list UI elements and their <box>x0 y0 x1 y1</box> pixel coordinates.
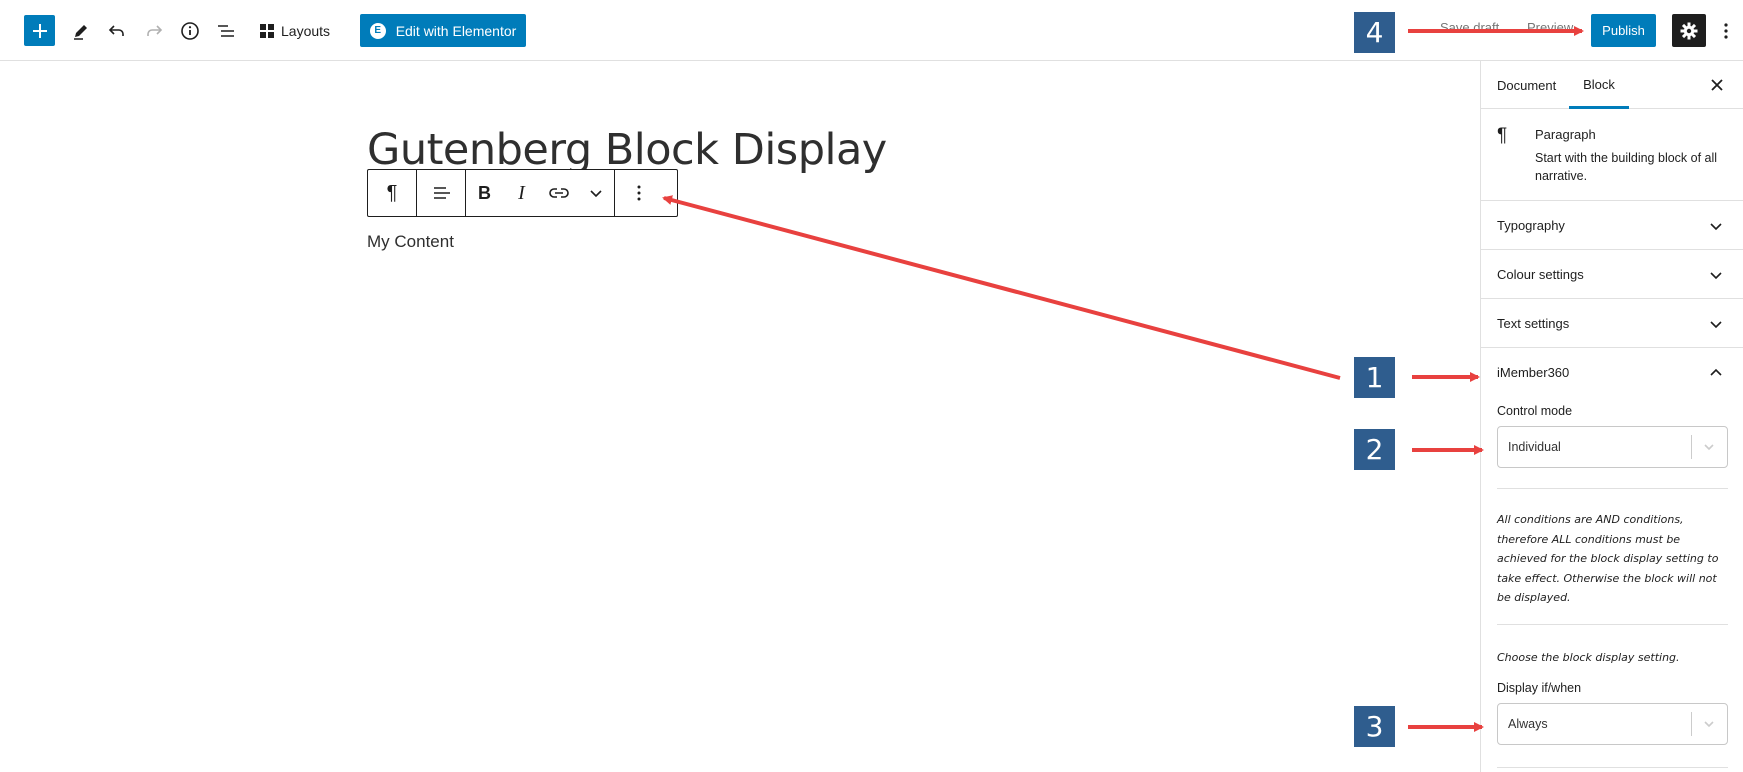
control-mode-label: Control mode <box>1497 404 1573 418</box>
redo-button[interactable] <box>138 15 170 47</box>
close-sidebar-button[interactable] <box>1703 71 1731 99</box>
more-vertical-icon <box>637 185 641 201</box>
annotation-badge-1: 1 <box>1354 357 1395 398</box>
chevron-down-icon <box>1710 223 1722 231</box>
block-card: ¶ Paragraph Start with the building bloc… <box>1481 109 1743 201</box>
panel-text-label: Text settings <box>1497 316 1570 331</box>
layouts-icon <box>260 24 274 38</box>
panel-typography-label: Typography <box>1497 218 1565 233</box>
link-button[interactable] <box>540 170 577 216</box>
gear-icon <box>1680 22 1698 39</box>
annotation-arrow-1a <box>662 195 1341 380</box>
sidebar-tabs: Document Block <box>1481 61 1743 109</box>
tools-button[interactable] <box>65 15 97 47</box>
tab-document[interactable]: Document <box>1497 61 1556 109</box>
block-type-button[interactable]: ¶ <box>368 170 416 216</box>
bold-icon: B <box>478 182 491 203</box>
chevron-down-icon <box>1710 272 1722 280</box>
pencil-icon <box>74 25 87 40</box>
annotation-badge-3: 3 <box>1354 706 1395 747</box>
paragraph-block[interactable]: My Content <box>367 232 454 252</box>
list-view-icon <box>218 25 234 37</box>
display-if-select[interactable]: Always <box>1497 703 1728 745</box>
align-left-icon <box>434 187 450 199</box>
panel-colour-label: Colour settings <box>1497 267 1584 282</box>
chevron-down-icon <box>1704 721 1714 728</box>
chevron-down-icon <box>589 190 602 198</box>
preview-button[interactable]: Preview <box>1527 20 1573 35</box>
plus-icon <box>32 23 47 38</box>
settings-button[interactable] <box>1672 14 1706 47</box>
display-if-label: Display if/when <box>1497 681 1582 695</box>
panel-text-settings[interactable]: Text settings <box>1481 299 1743 348</box>
post-title[interactable]: Gutenberg Block Display <box>367 125 887 175</box>
panel-imember360[interactable]: iMember360 <box>1481 348 1743 397</box>
divider <box>1497 767 1728 768</box>
block-card-title: Paragraph <box>1535 127 1596 142</box>
divider <box>1497 488 1728 489</box>
chevron-down-icon <box>1710 321 1722 329</box>
control-mode-select[interactable]: Individual <box>1497 426 1728 468</box>
choose-setting-note: Choose the block display setting. <box>1497 651 1680 664</box>
panel-typography[interactable]: Typography <box>1481 201 1743 250</box>
conditions-note: All conditions are AND conditions, there… <box>1497 513 1719 604</box>
edit-with-elementor-button[interactable]: E Edit with Elementor <box>360 14 526 47</box>
link-icon <box>548 188 569 198</box>
paragraph-icon: ¶ <box>1497 125 1508 146</box>
chevron-down-icon <box>1704 444 1714 451</box>
add-block-button[interactable] <box>24 15 55 46</box>
layouts-button[interactable]: Layouts <box>260 15 330 47</box>
annotation-badge-4: 4 <box>1354 12 1395 53</box>
elementor-icon: E <box>369 22 386 39</box>
block-options-button[interactable] <box>615 170 663 216</box>
more-vertical-icon <box>1724 22 1728 39</box>
divider <box>1497 624 1728 625</box>
undo-icon <box>108 25 124 36</box>
info-icon <box>181 22 199 40</box>
block-card-description: Start with the building block of all nar… <box>1535 151 1718 183</box>
details-button[interactable] <box>174 15 206 47</box>
list-view-button[interactable] <box>210 15 242 47</box>
block-toolbar: ¶ B I <box>367 169 678 217</box>
bold-button[interactable]: B <box>466 170 503 216</box>
editor-header: Layouts E Edit with Elementor Save draft… <box>0 0 1743 61</box>
tab-block[interactable]: Block <box>1569 61 1629 109</box>
annotation-badge-2: 2 <box>1354 429 1395 470</box>
redo-icon <box>147 25 163 36</box>
panel-colour-settings[interactable]: Colour settings <box>1481 250 1743 299</box>
more-menu-button[interactable] <box>1716 14 1736 47</box>
publish-button[interactable]: Publish <box>1591 14 1656 47</box>
layouts-label: Layouts <box>281 23 331 39</box>
control-mode-value: Individual <box>1508 440 1561 454</box>
italic-icon: I <box>518 181 525 204</box>
settings-sidebar: Document Block ¶ Paragraph Start with th… <box>1480 61 1743 772</box>
close-icon <box>1711 79 1723 91</box>
italic-button[interactable]: I <box>503 170 540 216</box>
panel-imember-label: iMember360 <box>1497 365 1570 380</box>
align-button[interactable] <box>417 170 465 216</box>
display-if-value: Always <box>1508 717 1548 731</box>
elementor-label: Edit with Elementor <box>395 22 517 39</box>
paragraph-icon: ¶ <box>386 181 398 204</box>
undo-button[interactable] <box>101 15 133 47</box>
chevron-up-icon <box>1710 368 1722 376</box>
more-rich-text-button[interactable] <box>577 170 614 216</box>
save-draft-button[interactable]: Save draft <box>1440 20 1499 35</box>
